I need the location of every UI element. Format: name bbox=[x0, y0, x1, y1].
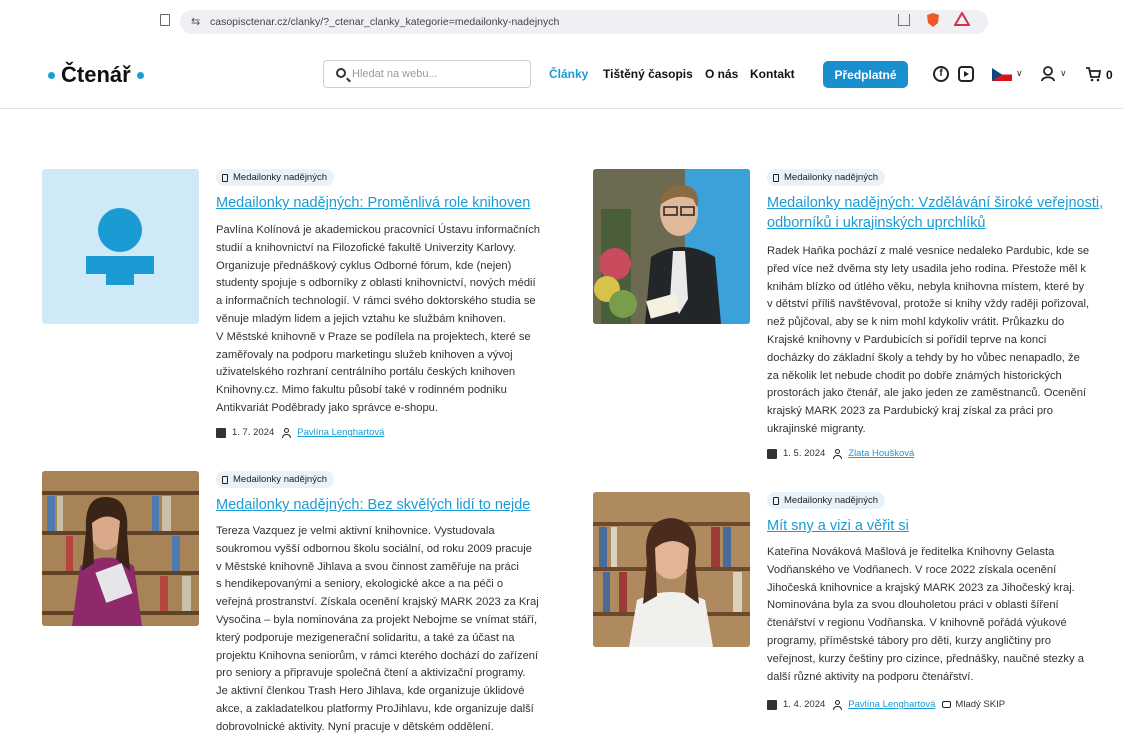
article-excerpt: Tereza Vazquez je velmi aktivní knihovni… bbox=[216, 525, 539, 733]
site-header: Čtenář Články Tištěný časopis O nás Kont… bbox=[0, 40, 1123, 109]
article-meta: 1. 4. 2024 Pavlína Lenghartová Mladý SKI… bbox=[767, 699, 1005, 710]
calendar-icon bbox=[767, 699, 777, 710]
cart-count: 0 bbox=[1106, 68, 1113, 82]
article-excerpt: Pavlína Kolínová je akademickou pracovni… bbox=[216, 224, 540, 414]
site-settings-icon[interactable]: ⇆ bbox=[191, 15, 200, 28]
user-icon[interactable] bbox=[1041, 66, 1055, 82]
portrait-photo bbox=[593, 492, 750, 647]
youtube-icon[interactable] bbox=[958, 66, 974, 82]
nav-o-nas[interactable]: O nás bbox=[705, 67, 738, 81]
image-placeholder-icon bbox=[86, 208, 154, 285]
category-tag-label: Medailonky nadějných bbox=[784, 172, 879, 183]
article-photo[interactable] bbox=[593, 169, 750, 324]
bookmark-icon bbox=[222, 475, 228, 484]
article-title[interactable]: Mít sny a vizi a věřit si bbox=[767, 516, 909, 536]
rewards-icon[interactable] bbox=[954, 12, 970, 26]
logo-dot-icon bbox=[48, 71, 55, 79]
portrait-photo bbox=[42, 471, 199, 626]
chevron-down-icon[interactable]: ∨ bbox=[1060, 68, 1067, 79]
browser-toolbar: ⇆ casopisctenar.cz/clanky/?_ctenar_clank… bbox=[0, 0, 1123, 40]
chevron-down-icon[interactable]: ∨ bbox=[1016, 68, 1023, 79]
brave-shield-icon[interactable] bbox=[926, 12, 940, 28]
category-tag-label: Medailonky nadějných bbox=[784, 495, 879, 506]
author-icon bbox=[282, 427, 292, 438]
bookmark-icon bbox=[773, 173, 779, 182]
article-title[interactable]: Medailonky nadějných: Bez skvělých lidí … bbox=[216, 495, 530, 515]
category-tag[interactable]: Medailonky nadějných bbox=[216, 471, 335, 488]
category-tag-label: Medailonky nadějných bbox=[233, 172, 328, 183]
article-meta: 1. 5. 2024 Zlata Houšková bbox=[767, 448, 914, 459]
article-excerpt: Kateřina Nováková Mašlová je ředitelka K… bbox=[767, 546, 1084, 683]
article-date: 1. 4. 2024 bbox=[783, 699, 826, 710]
site-logo[interactable]: Čtenář bbox=[42, 62, 150, 88]
bookmark-icon bbox=[773, 496, 779, 505]
article-excerpt: Radek Haňka pochází z malé vesnice nedal… bbox=[767, 245, 1090, 435]
article-author[interactable]: Zlata Houšková bbox=[848, 448, 914, 459]
portrait-photo bbox=[593, 169, 750, 324]
bookmark-icon bbox=[222, 173, 228, 182]
share-icon[interactable] bbox=[898, 14, 910, 26]
article-date: 1. 7. 2024 bbox=[232, 427, 275, 438]
czech-flag-icon[interactable] bbox=[992, 68, 1012, 81]
category-tag[interactable]: Medailonky nadějných bbox=[216, 169, 335, 186]
search-input[interactable] bbox=[352, 66, 522, 82]
article-photo[interactable] bbox=[42, 471, 199, 626]
calendar-icon bbox=[216, 427, 226, 438]
url-text[interactable]: casopisctenar.cz/clanky/?_ctenar_clanky_… bbox=[210, 16, 559, 28]
tag-icon bbox=[942, 701, 952, 708]
article-extra-tag[interactable]: Mladý SKIP bbox=[955, 699, 1005, 710]
article-date: 1. 5. 2024 bbox=[783, 448, 826, 459]
placeholder-image[interactable] bbox=[42, 169, 199, 324]
search-box[interactable] bbox=[323, 60, 531, 88]
author-icon bbox=[833, 699, 843, 710]
article-author[interactable]: Pavlína Lenghartová bbox=[297, 427, 384, 438]
article-meta: 1. 7. 2024 Pavlína Lenghartová bbox=[216, 427, 384, 438]
logo-text: Čtenář bbox=[61, 62, 131, 87]
facebook-icon[interactable]: f bbox=[933, 66, 949, 82]
logo-dot-icon bbox=[136, 71, 144, 79]
article-author[interactable]: Pavlína Lenghartová bbox=[848, 699, 935, 710]
nav-kontakt[interactable]: Kontakt bbox=[750, 67, 795, 81]
calendar-icon bbox=[767, 448, 777, 459]
nav-clanky[interactable]: Články bbox=[549, 67, 588, 81]
article-title[interactable]: Medailonky nadějných: Vzdělávání široké … bbox=[767, 193, 1103, 233]
category-tag-label: Medailonky nadějných bbox=[233, 474, 328, 485]
search-icon bbox=[336, 68, 346, 78]
bookmark-icon[interactable] bbox=[160, 14, 170, 26]
subscribe-button[interactable]: Předplatné bbox=[823, 61, 908, 88]
category-tag[interactable]: Medailonky nadějných bbox=[767, 492, 886, 509]
article-photo[interactable] bbox=[593, 492, 750, 647]
nav-tisteny-casopis[interactable]: Tištěný časopis bbox=[603, 67, 693, 81]
cart-icon[interactable] bbox=[1085, 66, 1101, 82]
author-icon bbox=[833, 448, 843, 459]
category-tag[interactable]: Medailonky nadějných bbox=[767, 169, 886, 186]
article-title[interactable]: Medailonky nadějných: Proměnlivá role kn… bbox=[216, 193, 530, 213]
